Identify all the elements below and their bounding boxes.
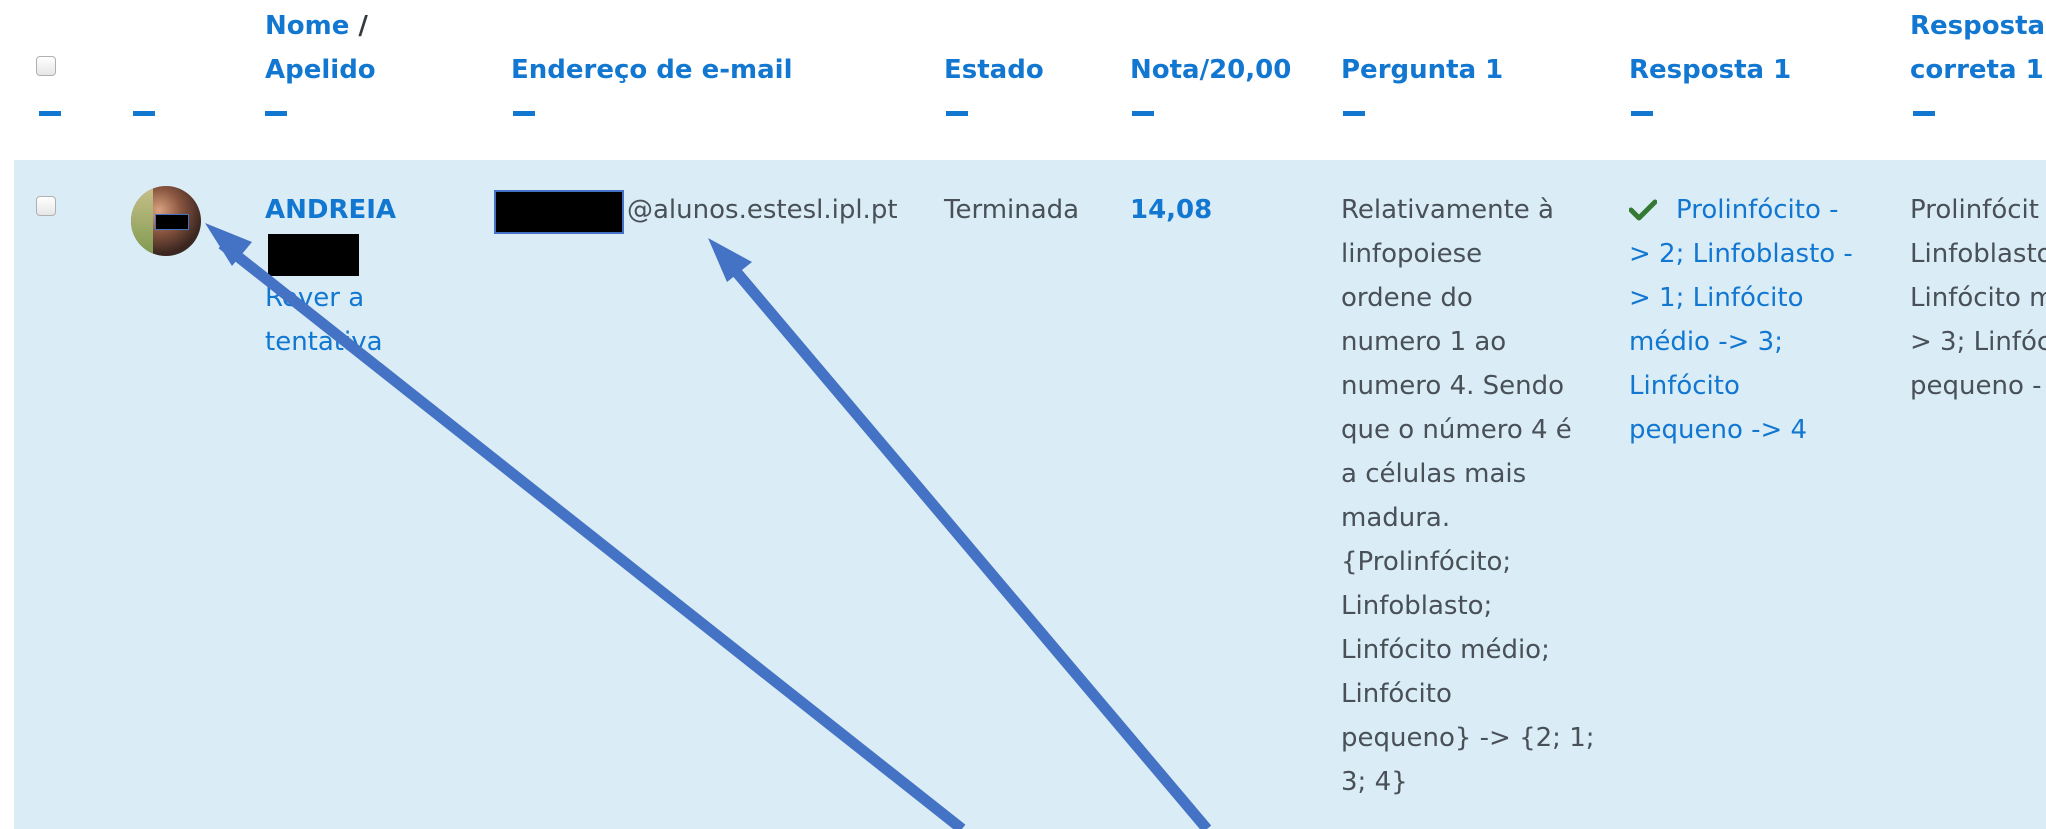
arrow-to-avatar [218,239,966,829]
arrow-to-email [723,258,1212,829]
annotation-arrows [205,223,1212,829]
